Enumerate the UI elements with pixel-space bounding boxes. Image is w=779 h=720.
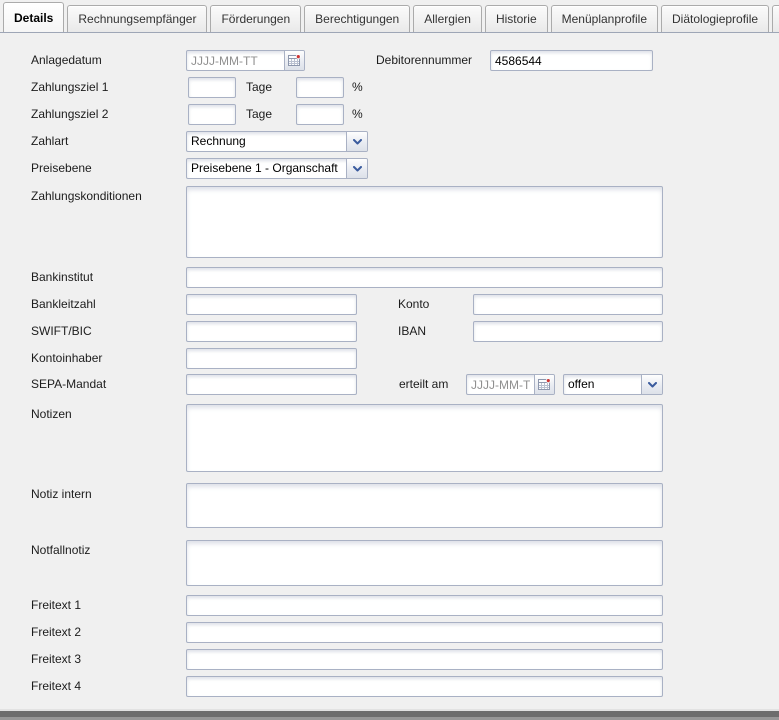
tab-historie[interactable]: Historie xyxy=(485,5,548,32)
notizen-textarea[interactable] xyxy=(186,404,663,472)
chevron-down-icon xyxy=(353,166,362,172)
preisebene-selected-value: Preisebene 1 - Organschaft xyxy=(187,159,346,178)
sepa-mandat-input[interactable] xyxy=(186,374,357,395)
notfallnotiz-textarea[interactable] xyxy=(186,540,663,586)
sepa-status-select[interactable]: offen xyxy=(563,374,663,395)
chevron-down-icon xyxy=(648,382,657,388)
freitext1-input[interactable] xyxy=(186,595,663,616)
zahlungsziel1-percent-unit: % xyxy=(352,80,363,95)
tab-details[interactable]: Details xyxy=(3,2,64,32)
preisebene-select[interactable]: Preisebene 1 - Organschaft xyxy=(186,158,368,179)
zahlungsziel1-prozent-input[interactable] xyxy=(296,77,344,98)
anlagedatum-label: Anlagedatum xyxy=(31,53,102,68)
zahlungsziel2-prozent-input[interactable] xyxy=(296,104,344,125)
freitext3-input[interactable] xyxy=(186,649,663,670)
tab-foerderungen-label: Förderungen xyxy=(221,12,290,26)
tab-bar: Details Rechnungsempfänger Förderungen B… xyxy=(0,0,779,33)
iban-input[interactable] xyxy=(473,321,663,342)
notiz-intern-label: Notiz intern xyxy=(31,487,92,502)
chevron-down-icon xyxy=(353,139,362,145)
zahlungskonditionen-textarea[interactable] xyxy=(186,186,663,258)
zahlungsziel1-tage-unit: Tage xyxy=(246,80,272,95)
preisebene-dropdown-button[interactable] xyxy=(346,159,367,178)
konto-label: Konto xyxy=(398,297,429,312)
konto-input[interactable] xyxy=(473,294,663,315)
anlagedatum-date-editor[interactable] xyxy=(186,50,305,71)
notiz-intern-textarea[interactable] xyxy=(186,483,663,528)
sepa-status-dropdown-button[interactable] xyxy=(641,375,662,394)
preisebene-label: Preisebene xyxy=(31,161,92,176)
erteilt-am-label: erteilt am xyxy=(399,377,448,392)
tab-rechnungsempfaenger[interactable]: Rechnungsempfänger xyxy=(67,5,207,32)
calendar-icon xyxy=(538,378,551,391)
tab-diaetologieprofile-label: Diätologieprofile xyxy=(672,12,758,26)
erteilt-am-date-input[interactable] xyxy=(467,375,534,394)
zahlungskonditionen-label: Zahlungskonditionen xyxy=(31,189,142,204)
iban-label: IBAN xyxy=(398,324,426,339)
bankinstitut-label: Bankinstitut xyxy=(31,270,93,285)
swift-bic-label: SWIFT/BIC xyxy=(31,324,92,339)
freitext1-label: Freitext 1 xyxy=(31,598,81,613)
tab-historie-label: Historie xyxy=(496,12,537,26)
kontoinhaber-input[interactable] xyxy=(186,348,357,369)
window-bottom-edge xyxy=(0,709,779,720)
zahlart-select[interactable]: Rechnung xyxy=(186,131,368,152)
freitext2-label: Freitext 2 xyxy=(31,625,81,640)
swift-bic-input[interactable] xyxy=(186,321,357,342)
sepa-mandat-label: SEPA-Mandat xyxy=(31,377,106,392)
tab-diaetologieprofile[interactable]: Diätologieprofile xyxy=(661,5,769,32)
tab-allergien-label: Allergien xyxy=(424,12,471,26)
tab-menueplanprofile[interactable]: Menüplanprofile xyxy=(551,5,658,32)
debitorennummer-label: Debitorennummer xyxy=(376,53,472,68)
tab-verpflegstage[interactable]: Verpflegstage xyxy=(772,5,779,32)
tab-berechtigungen[interactable]: Berechtigungen xyxy=(304,5,410,32)
notizen-label: Notizen xyxy=(31,407,72,422)
freitext4-label: Freitext 4 xyxy=(31,679,81,694)
zahlungsziel2-percent-unit: % xyxy=(352,107,363,122)
bankinstitut-input[interactable] xyxy=(186,267,663,288)
calendar-icon xyxy=(288,54,301,67)
zahlungsziel2-label: Zahlungsziel 2 xyxy=(31,107,108,122)
zahlungsziel2-tage-input[interactable] xyxy=(188,104,236,125)
bankleitzahl-label: Bankleitzahl xyxy=(31,297,96,312)
zahlungsziel1-tage-input[interactable] xyxy=(188,77,236,98)
tab-details-label: Details xyxy=(14,11,53,25)
tab-berechtigungen-label: Berechtigungen xyxy=(315,12,399,26)
freitext3-label: Freitext 3 xyxy=(31,652,81,667)
kontoinhaber-label: Kontoinhaber xyxy=(31,351,102,366)
bankleitzahl-input[interactable] xyxy=(186,294,357,315)
freitext2-input[interactable] xyxy=(186,622,663,643)
tab-rechnungsempfaenger-label: Rechnungsempfänger xyxy=(78,12,196,26)
freitext4-input[interactable] xyxy=(186,676,663,697)
sepa-status-selected-value: offen xyxy=(564,375,641,394)
notfallnotiz-label: Notfallnotiz xyxy=(31,543,90,558)
tab-menueplanprofile-label: Menüplanprofile xyxy=(562,12,647,26)
zahlart-dropdown-button[interactable] xyxy=(346,132,367,151)
anlagedatum-date-input[interactable] xyxy=(187,51,284,70)
tab-allergien[interactable]: Allergien xyxy=(413,5,482,32)
details-form-window: Details Rechnungsempfänger Förderungen B… xyxy=(0,0,779,720)
erteilt-am-date-editor[interactable] xyxy=(466,374,555,395)
debitorennummer-input[interactable] xyxy=(490,50,653,71)
tab-foerderungen[interactable]: Förderungen xyxy=(210,5,301,32)
zahlungsziel1-label: Zahlungsziel 1 xyxy=(31,80,108,95)
zahlart-label: Zahlart xyxy=(31,134,68,149)
erteilt-am-calendar-button[interactable] xyxy=(534,375,554,394)
zahlart-selected-value: Rechnung xyxy=(187,132,346,151)
zahlungsziel2-tage-unit: Tage xyxy=(246,107,272,122)
anlagedatum-calendar-button[interactable] xyxy=(284,51,304,70)
